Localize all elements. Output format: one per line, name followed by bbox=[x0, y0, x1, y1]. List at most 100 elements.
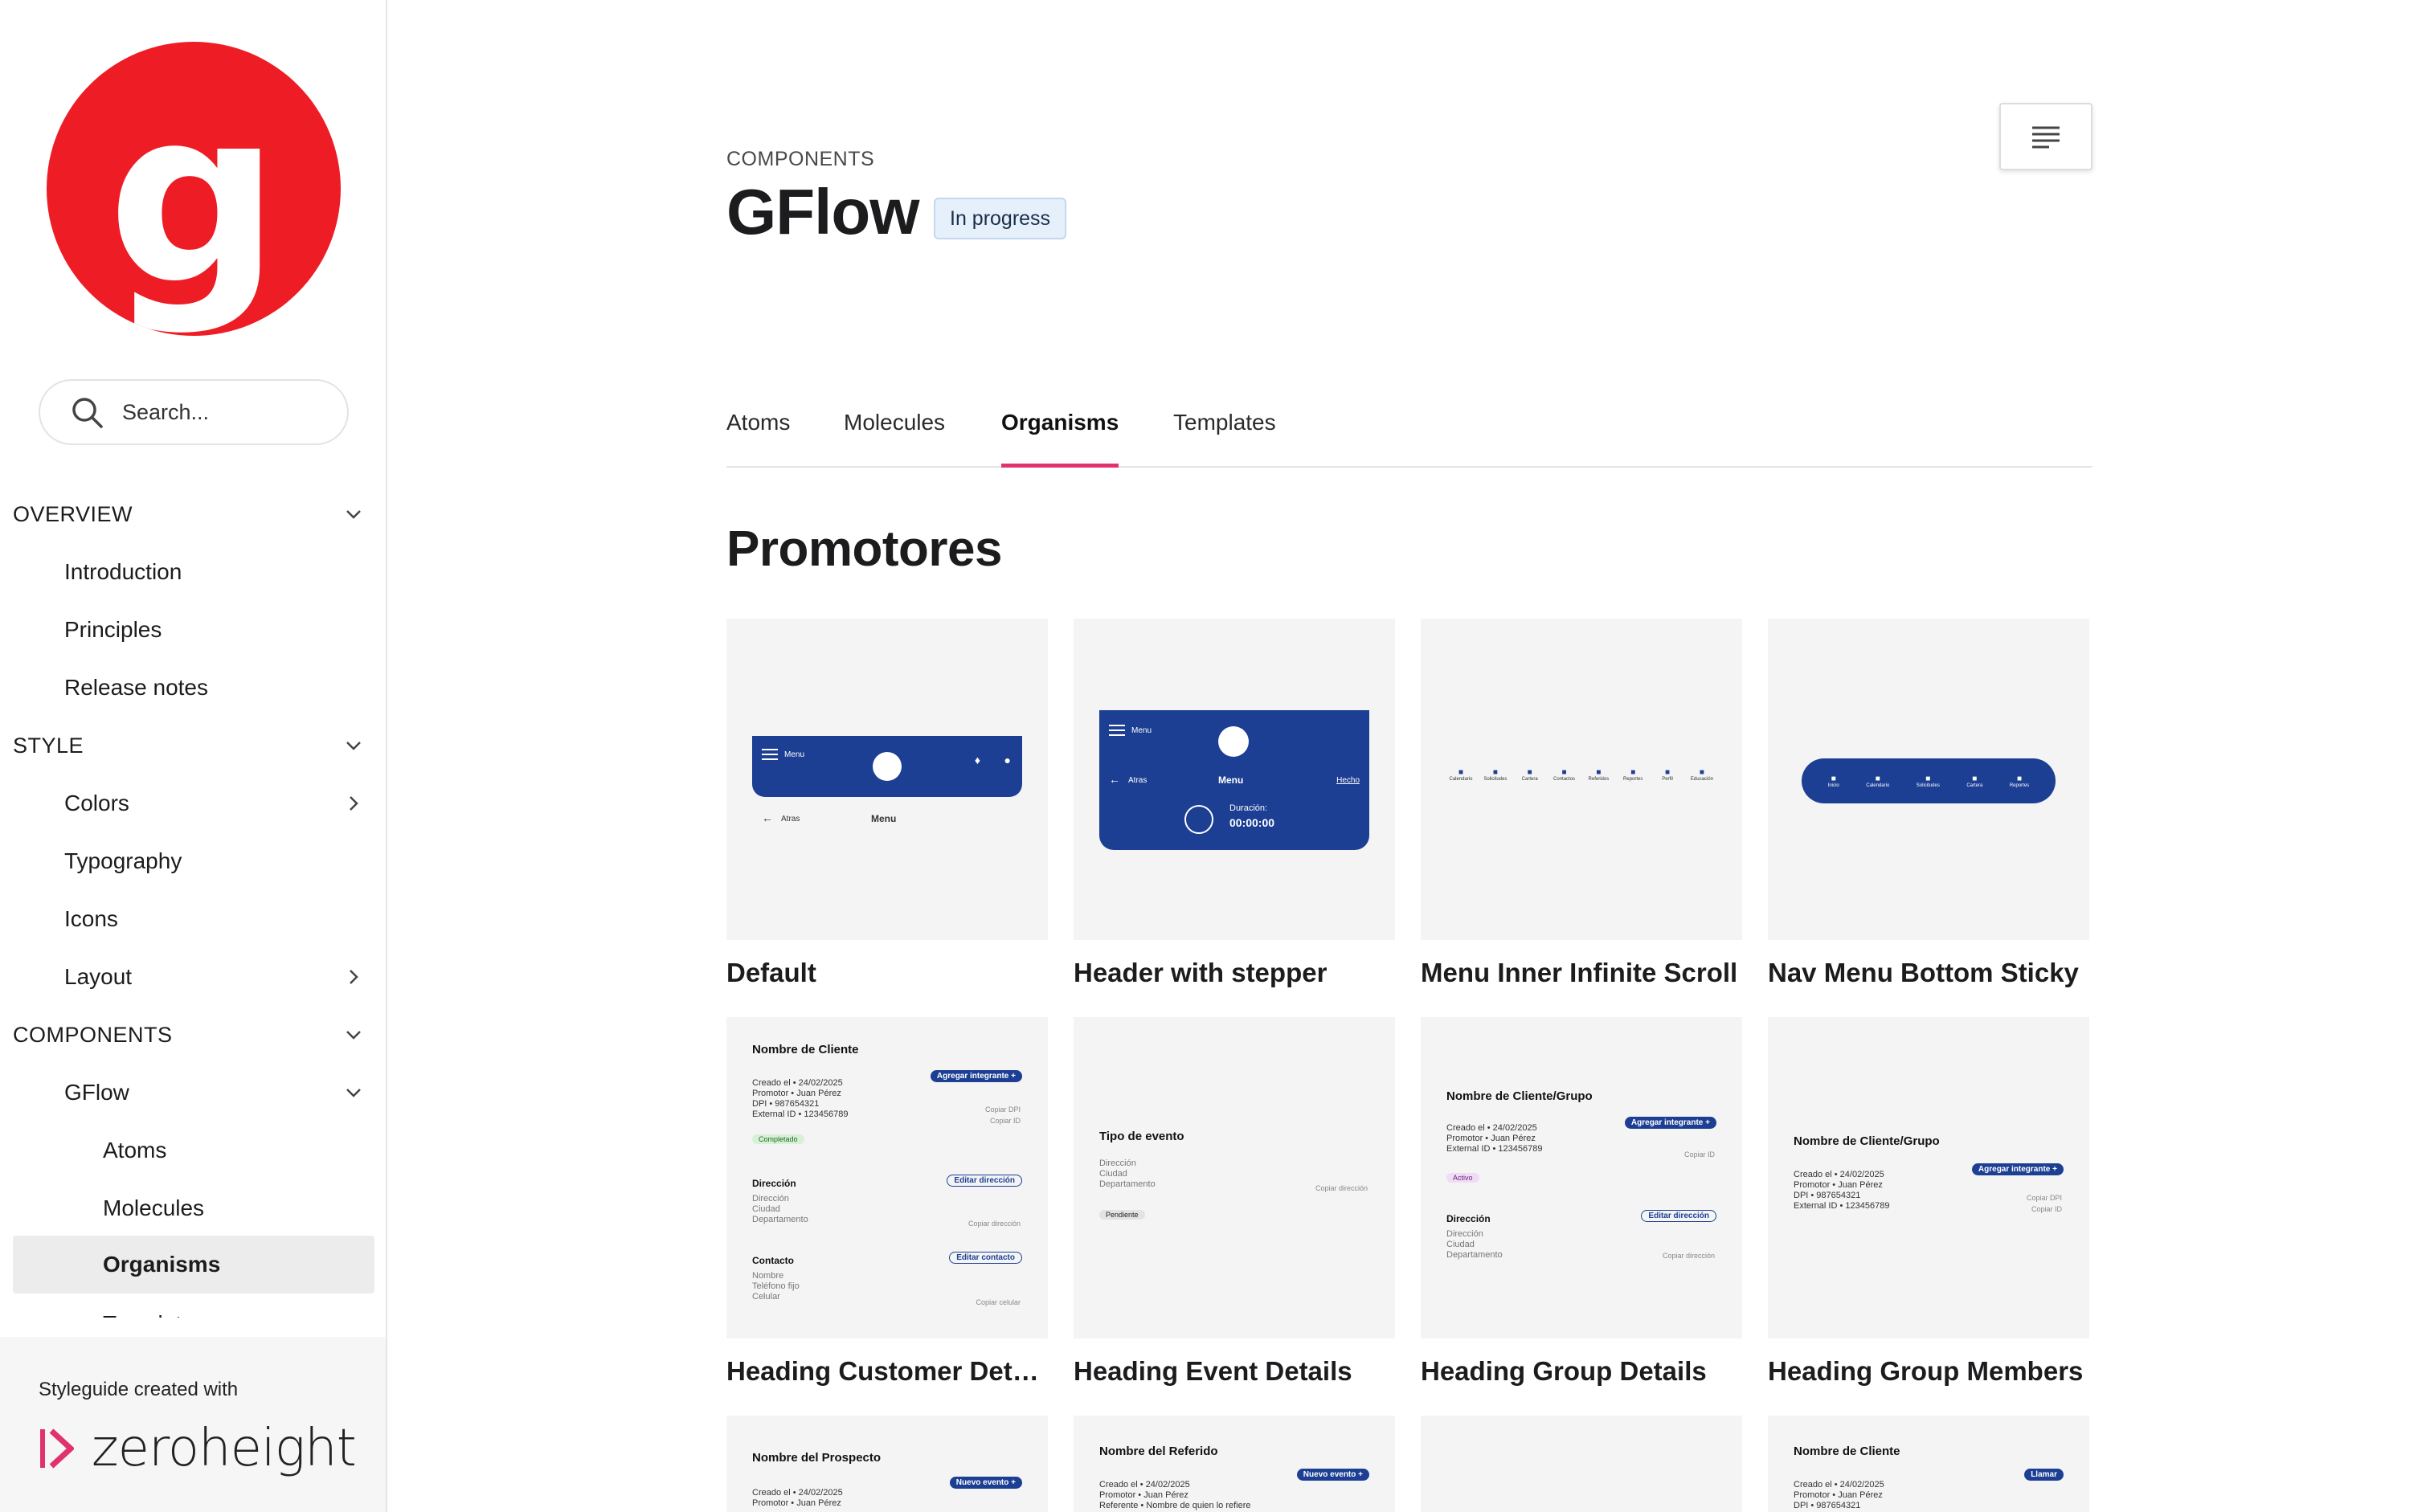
sidebar-item-typography[interactable]: Typography bbox=[13, 832, 374, 890]
component-card-prospect[interactable]: Nombre del Prospecto Nuevo evento + Crea… bbox=[726, 1416, 1048, 1512]
tab-templates[interactable]: Templates bbox=[1173, 410, 1276, 468]
card-thumbnail[interactable]: ■ Calendario ■ Solicitudes ■ Cartera ■ Conta… bbox=[1421, 619, 1742, 940]
nav-section-components[interactable]: COMPONENTS bbox=[13, 1006, 374, 1064]
nav-item-label: Inicio bbox=[1827, 783, 1839, 788]
sidebar-item-layout[interactable]: Layout bbox=[13, 948, 374, 1006]
menu-item: ■ Calendario bbox=[1445, 768, 1477, 800]
card-thumbnail[interactable]: ■ Inicio ■ Calendario ■ Solicitudes ■ Carter… bbox=[1768, 619, 2089, 940]
card-thumbnail[interactable]: Nombre de Cliente Creado el • 24/02/2025… bbox=[726, 1017, 1048, 1338]
tab-molecules[interactable]: Molecules bbox=[844, 410, 945, 468]
back-arrow-icon: ← bbox=[1109, 773, 1120, 786]
app-logo-icon bbox=[873, 752, 902, 781]
component-card-heading-customer-details[interactable]: Nombre de Cliente Creado el • 24/02/2025… bbox=[726, 1017, 1048, 1387]
component-card-empty[interactable] bbox=[1421, 1416, 1742, 1512]
tab-organisms[interactable]: Organisms bbox=[1001, 410, 1119, 468]
preview-copy-link: Copiar DPI bbox=[984, 1105, 1021, 1114]
component-card-heading-event-details[interactable]: Tipo de evento Dirección Ciudad Departam… bbox=[1074, 1017, 1395, 1387]
preview-button: Nuevo evento + bbox=[1296, 1469, 1369, 1481]
menu-item-label: Educación bbox=[1690, 777, 1713, 782]
preview-title: Nombre del Prospecto bbox=[752, 1451, 882, 1465]
preview-meta: Creado el • 24/02/2025 Promotor • Juan P… bbox=[752, 1488, 843, 1509]
meta-line: DPI • 987654321 bbox=[1794, 1501, 1861, 1510]
preview-back-label: Atras bbox=[781, 815, 800, 823]
back-arrow-icon: ← bbox=[762, 811, 773, 824]
sidebar-item-organisms[interactable]: Organisms bbox=[13, 1236, 374, 1293]
line: Dirección bbox=[1099, 1159, 1136, 1168]
sidebar-nav: OVERVIEW Introduction Principles Release… bbox=[13, 482, 374, 1318]
sidebar-item-icons[interactable]: Icons bbox=[13, 890, 374, 948]
line: Nombre bbox=[752, 1271, 784, 1281]
sidebar-item-release-notes[interactable]: Release notes bbox=[13, 659, 374, 717]
nav-section-style[interactable]: STYLE bbox=[13, 717, 374, 774]
preview-button: Agregar integrante + bbox=[930, 1070, 1022, 1082]
preview-copy-link: Copiar ID bbox=[1683, 1150, 1715, 1159]
sidebar-item-principles[interactable]: Principles bbox=[13, 601, 374, 659]
sidebar-item-colors[interactable]: Colors bbox=[13, 774, 374, 832]
component-card-heading-group-details[interactable]: Nombre de Cliente/Grupo Creado el • 24/0… bbox=[1421, 1017, 1742, 1387]
sidebar-item-introduction[interactable]: Introduction bbox=[13, 543, 374, 601]
line: Departamento bbox=[1099, 1179, 1156, 1189]
card-thumbnail[interactable]: Nombre del Referido Nuevo evento + Cread… bbox=[1074, 1416, 1395, 1512]
line: Teléfono fijo bbox=[752, 1281, 800, 1291]
component-card-header-with-stepper[interactable]: Menu ← Atras Menu Hecho Duración: 00:00:… bbox=[1074, 619, 1395, 988]
footer-caption: Styleguide created with bbox=[39, 1379, 239, 1400]
card-caption: Heading Group Members bbox=[1768, 1356, 2084, 1386]
nav-item: ■ Cartera bbox=[1966, 774, 1983, 788]
menu-item: ■ Solicitudes bbox=[1479, 768, 1512, 800]
preview-menu-label: Menu bbox=[1131, 726, 1152, 735]
nav-item-label: Calendario bbox=[1866, 783, 1890, 788]
sidebar-item-gflow[interactable]: GFlow bbox=[13, 1064, 374, 1122]
preview-done-link: Hecho bbox=[1336, 776, 1360, 785]
brand-logo[interactable]: g bbox=[47, 42, 341, 336]
menu-item: ■ Reportes bbox=[1617, 768, 1649, 800]
list-icon bbox=[2032, 126, 2060, 149]
search-input[interactable] bbox=[122, 399, 331, 425]
component-card-default[interactable]: Menu ♦ ● ← Atras Menu Default bbox=[726, 619, 1048, 988]
card-thumbnail[interactable]: Nombre de Cliente/Grupo Creado el • 24/0… bbox=[1421, 1017, 1742, 1338]
card-thumbnail[interactable]: Nombre de Cliente Llamar Creado el • 24/… bbox=[1768, 1416, 2089, 1512]
sidebar-item-atoms[interactable]: Atoms bbox=[13, 1122, 374, 1179]
card-thumbnail[interactable]: Menu ♦ ● ← Atras Menu bbox=[726, 619, 1048, 940]
nav-label: Release notes bbox=[64, 675, 209, 700]
preview-title: Tipo de evento bbox=[1099, 1130, 1184, 1143]
card-thumbnail[interactable]: Menu ← Atras Menu Hecho Duración: 00:00:… bbox=[1074, 619, 1395, 940]
meta-line: Creado el • 24/02/2025 bbox=[1794, 1170, 1884, 1179]
component-card-heading-group-members[interactable]: Nombre de Cliente/Grupo Creado el • 24/0… bbox=[1768, 1017, 2089, 1387]
card-caption: Menu Inner Infinite Scroll bbox=[1421, 958, 1738, 987]
meta-line: External ID • 123456789 bbox=[752, 1109, 849, 1119]
preview-subtitle: Contacto bbox=[752, 1255, 794, 1266]
meta-line: Creado el • 24/02/2025 bbox=[1794, 1480, 1884, 1490]
component-card-customer-call[interactable]: Nombre de Cliente Llamar Creado el • 24/… bbox=[1768, 1416, 2089, 1512]
preview-duration-label: Duración: bbox=[1229, 803, 1268, 813]
component-card-menu-inner-infinite-scroll[interactable]: ■ Calendario ■ Solicitudes ■ Cartera ■ Conta… bbox=[1421, 619, 1742, 988]
preview-meta: Creado el • 24/02/2025 Promotor • Juan P… bbox=[1794, 1170, 1889, 1212]
preview-copy-link: Copiar dirección bbox=[1662, 1252, 1715, 1260]
component-card-referral[interactable]: Nombre del Referido Nuevo evento + Cread… bbox=[1074, 1416, 1395, 1512]
meta-line: Promotor • Juan Pérez bbox=[1794, 1490, 1883, 1500]
nav-label: Introduction bbox=[64, 559, 182, 584]
sidebar-item-molecules[interactable]: Molecules bbox=[13, 1179, 374, 1237]
card-thumbnail[interactable]: Nombre de Cliente/Grupo Creado el • 24/0… bbox=[1768, 1017, 2089, 1338]
nav-section-overview[interactable]: OVERVIEW bbox=[13, 485, 374, 543]
component-card-nav-menu-bottom-sticky[interactable]: ■ Inicio ■ Calendario ■ Solicitudes ■ Carter… bbox=[1768, 619, 2089, 988]
search-icon bbox=[72, 398, 103, 428]
preview-button: Agregar integrante + bbox=[1624, 1117, 1716, 1129]
app-logo-icon bbox=[1218, 726, 1249, 757]
search-box[interactable] bbox=[39, 379, 349, 445]
card-thumbnail[interactable]: Nombre del Prospecto Nuevo evento + Crea… bbox=[726, 1416, 1048, 1512]
sidebar-item-templates[interactable]: Templates bbox=[13, 1295, 374, 1318]
meta-line: Creado el • 24/02/2025 bbox=[1446, 1123, 1537, 1133]
nav-label: GFlow bbox=[64, 1080, 129, 1105]
zeroheight-logo[interactable]: zeroheight bbox=[39, 1419, 386, 1478]
preview-subtitle: Dirección bbox=[1446, 1213, 1491, 1224]
preview-meta: Creado el • 24/02/2025 Promotor • Juan P… bbox=[1099, 1480, 1251, 1511]
card-thumbnail[interactable]: Tipo de evento Dirección Ciudad Departam… bbox=[1074, 1017, 1395, 1338]
card-thumbnail[interactable] bbox=[1421, 1416, 1742, 1512]
preview-meta: Creado el • 24/02/2025 Promotor • Juan P… bbox=[752, 1078, 848, 1120]
hamburger-icon bbox=[1109, 725, 1125, 736]
meta-line: DPI • 987654321 bbox=[752, 1099, 820, 1109]
tab-atoms[interactable]: Atoms bbox=[726, 410, 790, 468]
chevron-right-icon bbox=[350, 796, 358, 811]
breadcrumb: COMPONENTS bbox=[726, 148, 875, 170]
table-of-contents-button[interactable] bbox=[1999, 103, 2092, 170]
